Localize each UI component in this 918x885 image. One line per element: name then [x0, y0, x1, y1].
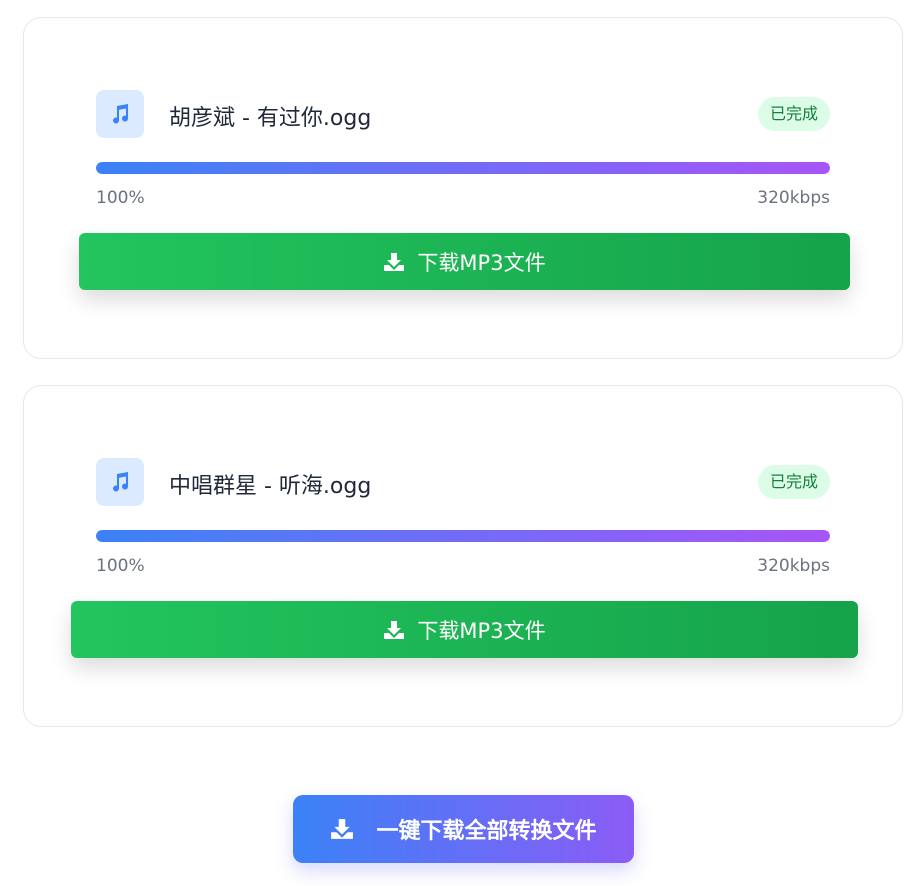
file-header: 中唱群星 - 听海.ogg 已完成 — [96, 458, 830, 506]
download-mp3-label: 下载MP3文件 — [417, 618, 546, 643]
file-name: 胡彦斌 - 有过你.ogg — [169, 106, 372, 131]
progress-fill — [96, 162, 830, 174]
file-card: 胡彦斌 - 有过你.ogg 已完成 100% 320kbps 下载MP3文件 — [23, 17, 903, 359]
download-icon — [330, 818, 354, 840]
music-note-icon — [96, 90, 144, 138]
file-card: 中唱群星 - 听海.ogg 已完成 100% 320kbps 下载MP3文件 — [23, 385, 903, 727]
bitrate-label: 320kbps — [757, 556, 830, 576]
download-all-button[interactable]: 一键下载全部转换文件 — [293, 795, 634, 863]
download-mp3-button[interactable]: 下载MP3文件 — [79, 233, 850, 290]
download-icon — [383, 252, 405, 272]
progress-percent: 100% — [96, 556, 145, 576]
progress-percent: 100% — [96, 188, 145, 208]
file-header: 胡彦斌 - 有过你.ogg 已完成 — [96, 90, 830, 138]
download-icon — [383, 620, 405, 640]
bitrate-label: 320kbps — [757, 188, 830, 208]
progress-bar — [96, 162, 830, 174]
download-mp3-label: 下载MP3文件 — [417, 250, 546, 275]
progress-fill — [96, 530, 830, 542]
download-all-label: 一键下载全部转换文件 — [376, 819, 597, 844]
page: 胡彦斌 - 有过你.ogg 已完成 100% 320kbps 下载MP3文件 中… — [0, 0, 918, 885]
status-badge: 已完成 — [757, 465, 830, 499]
download-mp3-button[interactable]: 下载MP3文件 — [71, 601, 858, 658]
progress-bar — [96, 530, 830, 542]
status-badge: 已完成 — [757, 97, 830, 131]
music-note-icon — [96, 458, 144, 506]
file-name: 中唱群星 - 听海.ogg — [169, 474, 372, 499]
